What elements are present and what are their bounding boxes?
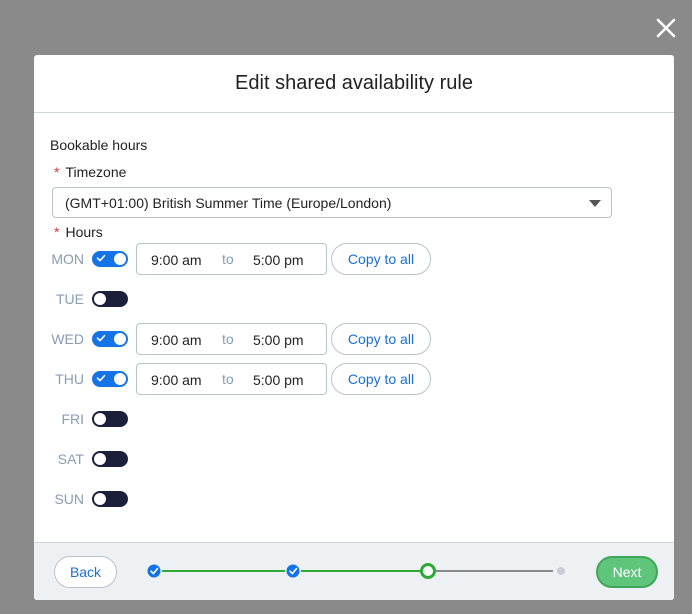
day-toggle-sat[interactable] (92, 451, 128, 467)
to-separator: to (222, 371, 234, 387)
day-name: WED (51, 331, 84, 347)
to-separator: to (222, 251, 234, 267)
edit-availability-modal: Edit shared availability rule Bookable h… (34, 55, 674, 600)
toggle-knob (94, 493, 106, 505)
day-name: MON (51, 251, 84, 267)
check-icon (96, 334, 106, 342)
check-icon (96, 254, 106, 262)
required-mark: * (54, 164, 60, 180)
step-4-pending (557, 567, 565, 575)
day-row-wed: WED 9:00 am to 5:00 pm Copy to all (34, 323, 674, 355)
step-3-current (420, 563, 436, 579)
day-toggle-sun[interactable] (92, 491, 128, 507)
day-toggle-tue[interactable] (92, 291, 128, 307)
to-separator: to (222, 331, 234, 347)
hours-label-text: Hours (65, 224, 103, 240)
copy-to-all-button[interactable]: Copy to all (331, 323, 431, 355)
back-button[interactable]: Back (54, 556, 117, 588)
day-row-thu: THU 9:00 am to 5:00 pm Copy to all (34, 363, 674, 395)
day-name: FRI (61, 411, 84, 427)
timezone-value: (GMT+01:00) British Summer Time (Europe/… (65, 194, 392, 211)
timezone-label-text: Timezone (65, 164, 127, 180)
next-button[interactable]: Next (596, 556, 658, 588)
timezone-label: * Timezone (54, 164, 126, 180)
day-row-fri: FRI (34, 403, 674, 435)
day-row-sun: SUN (34, 483, 674, 515)
day-row-sat: SAT (34, 443, 674, 475)
start-time-field[interactable]: 9:00 am (151, 372, 202, 388)
end-time-field[interactable]: 5:00 pm (253, 372, 304, 388)
day-toggle-thu[interactable] (92, 371, 128, 387)
chevron-down-icon (589, 200, 601, 207)
day-row-tue: TUE (34, 283, 674, 315)
start-time-field[interactable]: 9:00 am (151, 332, 202, 348)
modal-body: Bookable hours * Timezone (GMT+01:00) Bri… (34, 113, 674, 542)
end-time-field[interactable]: 5:00 pm (253, 252, 304, 268)
day-toggle-fri[interactable] (92, 411, 128, 427)
day-toggle-mon[interactable] (92, 251, 128, 267)
day-name: SUN (54, 491, 84, 507)
day-name: THU (55, 371, 84, 387)
hours-label: * Hours (54, 224, 103, 240)
copy-to-all-button[interactable]: Copy to all (331, 363, 431, 395)
modal-header: Edit shared availability rule (34, 55, 674, 113)
required-mark: * (54, 224, 60, 240)
end-time-field[interactable]: 5:00 pm (253, 332, 304, 348)
bookable-hours-heading: Bookable hours (50, 137, 148, 153)
toggle-knob (94, 293, 106, 305)
day-name: SAT (57, 451, 84, 467)
toggle-knob (94, 453, 106, 465)
toggle-knob (94, 413, 106, 425)
time-range-input: 9:00 am to 5:00 pm (136, 323, 327, 355)
step-2-done (286, 564, 300, 578)
toggle-knob (114, 253, 126, 265)
modal-title: Edit shared availability rule (235, 72, 473, 94)
day-row-mon: MON 9:00 am to 5:00 pm Copy to all (34, 243, 674, 275)
start-time-field[interactable]: 9:00 am (151, 252, 202, 268)
toggle-knob (114, 373, 126, 385)
time-range-input: 9:00 am to 5:00 pm (136, 243, 327, 275)
time-range-input: 9:00 am to 5:00 pm (136, 363, 327, 395)
step-1-done (147, 564, 161, 578)
progress-stepper (147, 563, 565, 579)
close-icon[interactable] (654, 16, 678, 40)
timezone-select[interactable]: (GMT+01:00) British Summer Time (Europe/… (52, 187, 612, 218)
copy-to-all-button[interactable]: Copy to all (331, 243, 431, 275)
check-icon (96, 374, 106, 382)
day-toggle-wed[interactable] (92, 331, 128, 347)
toggle-knob (114, 333, 126, 345)
modal-footer: Back Next (34, 542, 674, 600)
day-name: TUE (56, 291, 84, 307)
